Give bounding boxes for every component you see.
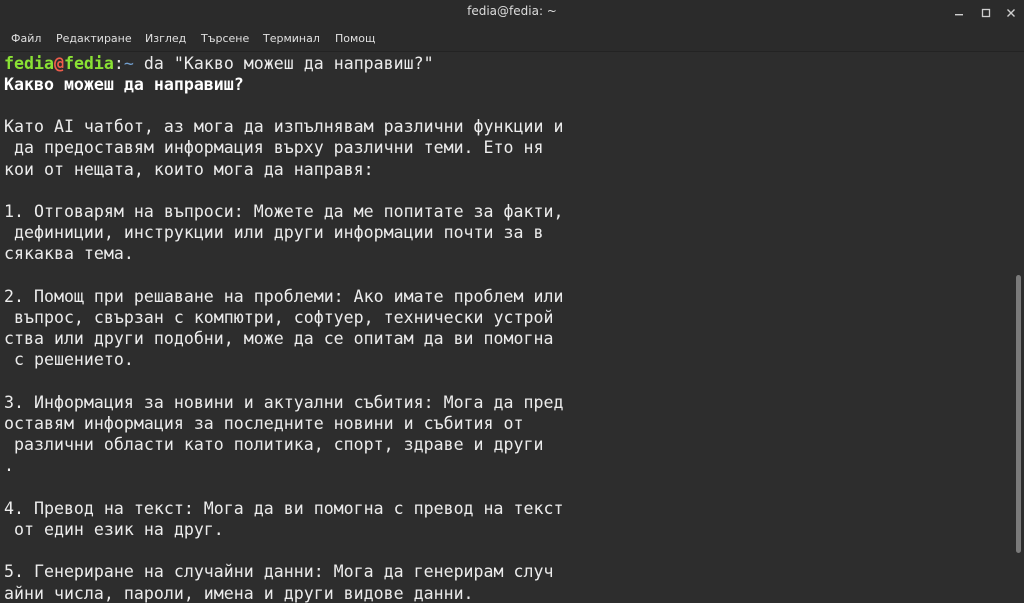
output-line: 3. Информация за новини и актуални събит… [4,392,564,412]
output-line: да предоставям информация върху различни… [4,138,544,158]
output-line: ства или други подобни, може да се опита… [4,329,554,349]
output-line: кои от нещата, които мога да направя: [4,159,374,179]
output-line: айни числа, пароли, имена и други видове… [4,583,474,603]
menu-edit[interactable]: Редактиране [56,32,132,45]
prompt-at: @ [53,54,64,73]
close-icon [1007,9,1015,17]
minimize-icon [955,14,963,16]
output-line: въпрос, свързан с компютри, софтуер, тех… [4,308,554,327]
scrollbar-thumb[interactable] [1016,275,1021,553]
terminal-output[interactable]: fedia@fedia:~ da "Какво можеш да направи… [0,52,1012,603]
output-line: . [4,456,14,476]
output-line: Като AI чатбот, аз мога да изпълнявам ра… [4,117,564,137]
vertical-scrollbar[interactable] [1012,52,1024,603]
prompt-user: fedia [4,54,54,73]
menu-search[interactable]: Търсене [201,32,249,45]
maximize-icon [981,8,991,18]
echo-line: Какво можеш да направиш? [4,75,244,94]
output-line: дефиниции, инструкции или други информац… [4,223,544,243]
output-line: с решението. [4,350,134,370]
output-line: сякаква тема. [4,244,134,264]
menu-file[interactable]: Файл [11,32,41,45]
prompt-colon: : [113,54,124,73]
menu-bar: Файл Редактиране Изглед Търсене Терминал… [0,26,1024,52]
close-button[interactable] [1000,2,1022,24]
output-line: 5. Генериране на случайни данни: Мога да… [4,562,554,582]
prompt-line: fedia@fedia:~ da "Какво можеш да направи… [4,53,434,74]
minimize-button[interactable] [948,2,970,24]
menu-terminal[interactable]: Терминал [263,32,320,45]
prompt-host: fedia [63,54,114,73]
menu-help[interactable]: Помощ [335,32,375,45]
output-line: от един език на друг. [4,520,224,539]
menu-view[interactable]: Изглед [145,32,186,45]
output-line: 1. Отговарям на въпроси: Можете да ме по… [4,202,564,221]
window-titlebar[interactable]: fedia@fedia: ~ [0,0,1024,26]
maximize-button[interactable] [975,2,997,24]
output-line: 2. Помощ при решаване на проблеми: Ако и… [4,286,564,306]
prompt-path: ~ [123,54,134,73]
window-title: fedia@fedia: ~ [467,4,557,18]
prompt-command: da "Какво можеш да направиш?" [133,54,434,73]
output-line: различни области като политика, спорт, з… [4,435,544,455]
output-line: оставям информация за последните новини … [4,414,524,433]
output-line: 4. Превод на текст: Мога да ви помогна с… [4,498,564,518]
